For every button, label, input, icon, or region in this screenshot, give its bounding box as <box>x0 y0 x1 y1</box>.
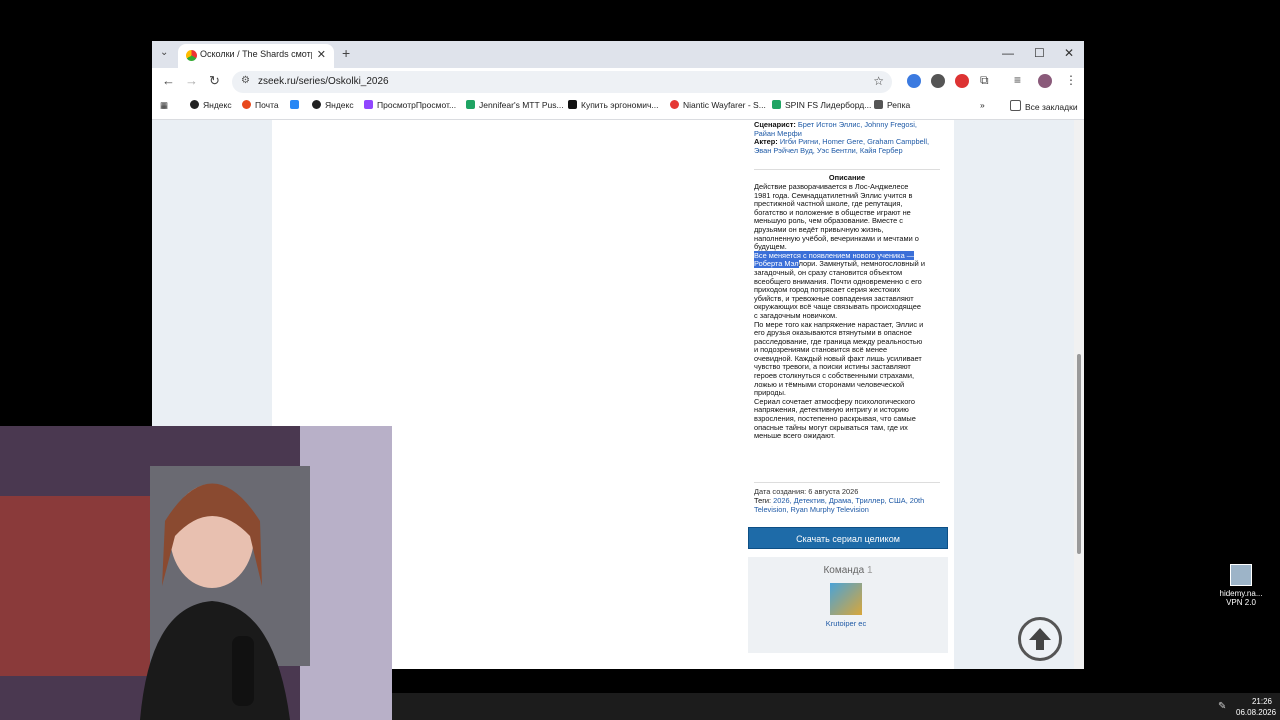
scrollbar-thumb[interactable] <box>1077 354 1081 554</box>
writer-line: Сценарист: Брет Истон Эллис, Johnny Freg… <box>754 120 917 138</box>
back-icon[interactable]: ← <box>162 73 175 88</box>
new-tab-icon[interactable]: + <box>342 45 350 61</box>
arrow-up-icon <box>1029 628 1051 650</box>
download-series-button[interactable]: Скачать сериал целиком <box>748 527 948 549</box>
bookmark-twitch[interactable]: ПросмотрПросмот... <box>364 100 456 110</box>
toolbar: ← → ↻ ⚙ zseek.ru/series/Oskolki_2026 ☆ ⧉… <box>152 68 1084 95</box>
bookmark-wayfarer[interactable]: Niantic Wayfarer - S... <box>670 100 766 110</box>
profile-avatar[interactable] <box>1038 74 1052 88</box>
bookmark-yandex-2[interactable]: Яндекс <box>312 100 354 110</box>
apps-icon[interactable]: ▦ <box>160 100 168 111</box>
bookmark-repka[interactable]: Репка <box>874 100 910 110</box>
site-info-icon[interactable]: ⚙ <box>241 75 250 86</box>
tab-favicon-icon <box>186 50 197 61</box>
extension-3-icon[interactable] <box>955 74 969 88</box>
media-icon[interactable]: ≡ <box>1014 73 1021 87</box>
actor-links[interactable]: Игби Ригни, Homer Gere, Graham Campbell,… <box>754 137 929 155</box>
menu-icon[interactable]: ⋮ <box>1065 73 1077 87</box>
tags-line: Теги: 2026, Детектив, Драма, Триллер, СШ… <box>754 496 925 514</box>
maximize-icon[interactable]: ☐ <box>1034 46 1045 60</box>
tags-links[interactable]: 2026, Детектив, Драма, Триллер, США, 20t… <box>754 496 924 514</box>
webcam-overlay <box>0 426 392 720</box>
member-name[interactable]: Krutoiper ec <box>818 619 874 629</box>
tab-title: Осколки / The Shards смотреть <box>200 49 312 59</box>
right-gutter <box>954 120 1074 669</box>
divider <box>754 169 940 170</box>
team-heading: Команда 1 <box>823 565 873 576</box>
tab-bar: ⌄ Осколки / The Shards смотреть ✕ + — ☐ … <box>152 41 1084 68</box>
url-text: zseek.ru/series/Oskolki_2026 <box>258 76 389 87</box>
bookmark-yandex-1[interactable]: Яндекс <box>190 100 232 110</box>
scrollbar[interactable] <box>1074 120 1084 669</box>
bookmark-mvideo[interactable]: Купить эргономич... <box>568 100 658 110</box>
divider <box>754 482 940 483</box>
team-panel: Команда 1 Krutoiper ec <box>748 557 948 653</box>
tab-search-icon[interactable]: ⌄ <box>160 47 168 58</box>
pen-icon[interactable]: ✎ <box>1218 701 1226 712</box>
all-bookmarks[interactable]: Все закладки <box>1010 100 1078 112</box>
address-bar[interactable]: ⚙ zseek.ru/series/Oskolki_2026 ☆ <box>232 71 892 93</box>
system-clock[interactable]: 21:26 06.08.2026 <box>1236 696 1276 718</box>
forward-icon[interactable]: → <box>185 73 198 88</box>
extension-1-icon[interactable] <box>907 74 921 88</box>
vpn-label: hidemy.na... VPN 2.0 <box>1219 589 1263 607</box>
bookmark-mail[interactable]: Почта <box>242 100 279 110</box>
reload-icon[interactable]: ↻ <box>209 73 220 89</box>
bookmark-sheets-1[interactable]: Jennifear's MTT Pus... <box>466 100 564 110</box>
minimize-icon[interactable]: — <box>1002 46 1014 60</box>
scroll-to-top-button[interactable] <box>1018 617 1062 661</box>
bookmarks-bar: ▦ Яндекс Почта Яндекс ПросмотрПросмот...… <box>152 95 1084 120</box>
bookmark-star-icon[interactable]: ☆ <box>873 74 884 88</box>
bookmark-vk-icon[interactable] <box>290 100 303 110</box>
close-window-icon[interactable]: ✕ <box>1064 46 1074 60</box>
bookmarks-overflow-icon[interactable]: » <box>980 100 985 110</box>
tab-close-icon[interactable]: ✕ <box>317 48 326 61</box>
actor-line: Актер: Игби Ригни, Homer Gere, Graham Ca… <box>754 137 930 155</box>
bookmark-sheets-2[interactable]: SPIN FS Лидерборд... <box>772 100 871 110</box>
extension-2-icon[interactable] <box>931 74 945 88</box>
member-avatar[interactable] <box>830 583 862 615</box>
extensions-puzzle-icon[interactable]: ⧉ <box>980 73 989 88</box>
description-text: Действие разворачивается в Лос-Анджелесе… <box>754 182 925 441</box>
vpn-desktop-shortcut[interactable]: hidemy.na... VPN 2.0 <box>1212 564 1270 607</box>
vpn-app-icon <box>1230 564 1252 586</box>
tab-active[interactable]: Осколки / The Shards смотреть ✕ <box>178 44 334 68</box>
